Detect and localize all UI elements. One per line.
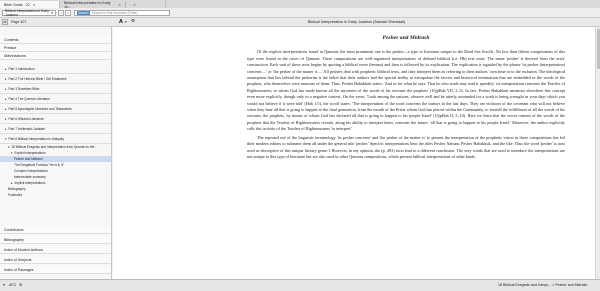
toc-tree-item[interactable]: ▸ Part 2 The Hebrew Bible / Old Testament: [0, 74, 111, 84]
expand-right-icon[interactable]: ▸: [5, 117, 7, 121]
toc-tree-item[interactable]: ▸ Part 1 Introduction: [0, 64, 111, 74]
document-header: A ▾ ⚙ Biblical Interpretation in Early J…: [113, 18, 600, 27]
toc-tree-item[interactable]: ▸ Part 6 Wisdom Literature: [0, 114, 111, 124]
page-indicator-bar: ▤ Page 407: [0, 18, 113, 27]
expand-right-icon[interactable]: ▸: [5, 87, 7, 91]
tab-empty[interactable]: ✕: [126, 1, 166, 8]
toc-contributors[interactable]: Contributors: [0, 226, 111, 234]
arrow-left-icon: ‹: [60, 11, 62, 15]
toc-tree-label: Part 3 Rewritten Bible: [8, 86, 40, 91]
search-input[interactable]: Search Search in this resource (Enter): [74, 10, 170, 16]
table-of-contents: Contents Preface Abbreviations ▸ Part 1 I…: [0, 27, 112, 279]
chevron-down-icon[interactable]: ▾: [3, 283, 5, 287]
toc-preface[interactable]: Preface: [0, 44, 111, 52]
resource-name: Biblical Interpretation in Early Judaism: [5, 9, 49, 17]
resource-selector[interactable]: Biblical Interpretation in Early Judaism…: [2, 9, 56, 17]
tab-count: 22: [25, 2, 30, 7]
status-bar: ▾ AFC ⚙ 18 Biblical Exegesis and Interpr…: [0, 279, 600, 291]
toc-tree-item[interactable]: Footnotes: [0, 192, 111, 198]
page-label: Page 407: [11, 20, 27, 24]
toc-tree-label: Complex interpretations: [14, 169, 48, 173]
expand-right-icon[interactable]: ▸: [5, 127, 7, 131]
document-title: Biblical Interpretation in Early Judaism…: [307, 20, 406, 24]
toc-tree-label: Part 4 The Qumran Literature: [8, 96, 51, 101]
expand-right-icon[interactable]: ▸: [5, 97, 7, 101]
tab-biblical-interpretation[interactable]: Biblical Interpretation in Early Ju... ✕: [60, 1, 126, 9]
toc-tree-label: Explicit interpretations: [14, 151, 46, 155]
book-icon: ▤: [3, 20, 7, 24]
close-icon[interactable]: ✕: [118, 3, 121, 7]
article-paragraph: The repeated use of the linguistic termi…: [247, 134, 565, 159]
tab-label: Bible Guide: [4, 2, 23, 7]
toc-index-modern-authors[interactable]: Index of Modern Authors: [0, 246, 111, 254]
toc-index-subjects[interactable]: Index of Subjects: [0, 256, 111, 264]
toc-tree-label: The Exegetical Formula "He is it, it": [14, 163, 64, 167]
toc-tree-label: Part 5 Apocalyptic Literature and Testam…: [8, 106, 72, 111]
toc-tree-item[interactable]: ▸ Part 7 Hellenistic Judaism: [0, 124, 111, 134]
close-icon[interactable]: ✕: [133, 3, 136, 7]
toc-tree-item[interactable]: ▸ Part 3 Rewritten Bible: [0, 84, 111, 94]
tab-bar: Bible Guide 22 ✕ Biblical Interpretation…: [0, 0, 600, 9]
article-paragraph: Of the explicit interpretations found in…: [247, 49, 565, 132]
toc-tree-label: Part 7 Hellenistic Judaism: [8, 126, 46, 131]
toc-bibliography[interactable]: Bibliography: [0, 236, 111, 244]
toc-tree-item[interactable]: ▾ Part 8 Biblical Interpretation in Antiq…: [0, 134, 111, 144]
toc-contents[interactable]: Contents: [0, 36, 111, 44]
status-left-label: AFC: [9, 283, 17, 287]
arrow-right-icon: ›: [67, 11, 69, 15]
toc-abbreviations[interactable]: Abbreviations: [0, 52, 111, 60]
toc-tree-item[interactable]: ▸ Part 5 Apocalyptic Literature and Testa…: [0, 104, 111, 114]
toc-tree-label: Pesher and Midrash: [14, 157, 43, 161]
close-icon[interactable]: ✕: [33, 3, 36, 7]
page-nav-button[interactable]: ▤: [2, 19, 8, 25]
article: Pesher and Midrash Of the explicit inter…: [247, 35, 565, 160]
expand-right-icon[interactable]: ▸: [5, 67, 7, 71]
chevron-down-icon: ▾: [51, 11, 53, 15]
gear-icon[interactable]: ⚙: [19, 283, 22, 287]
expand-down-icon[interactable]: ▾: [8, 145, 10, 149]
expand-right-icon[interactable]: ▸: [11, 181, 13, 185]
status-breadcrumb[interactable]: 18 Biblical Exegesis and Interpr... > Pe…: [498, 283, 598, 287]
resource-toolbar: Biblical Interpretation in Early Judaism…: [0, 8, 600, 18]
toc-tree-label: 28 Biblical Exegesis and Interpretation …: [11, 145, 97, 149]
toc-tree-label: Footnotes: [8, 193, 23, 197]
expand-right-icon[interactable]: ▸: [5, 77, 7, 81]
tab-bible-guide[interactable]: Bible Guide 22 ✕: [0, 1, 60, 8]
document-pane[interactable]: Pesher and Midrash Of the explicit inter…: [113, 27, 600, 279]
document-scrollbar[interactable]: [595, 27, 600, 279]
toc-tree-label: Part 6 Wisdom Literature: [8, 116, 44, 121]
search-scope-badge: Search: [77, 11, 90, 15]
toc-tree-label: Implicit interpretations: [14, 181, 46, 185]
search-hint: Search in this resource (Enter): [91, 11, 138, 15]
toc-tree-label: Bibliography: [8, 187, 26, 191]
toc-tree-label: Part 8 Biblical Interpretation in Antiqu…: [8, 136, 64, 141]
expand-right-icon[interactable]: ▸: [5, 107, 7, 111]
back-button[interactable]: ‹: [58, 10, 64, 16]
expand-down-icon[interactable]: ▾: [5, 137, 7, 141]
toc-tree-label: Part 2 The Hebrew Bible / Old Testament: [8, 76, 67, 81]
toc-tree-label: Part 1 Introduction: [8, 66, 35, 71]
toc-tree-label: Intermediate summary: [14, 175, 46, 179]
toc-tree-item[interactable]: ▸ Part 4 The Qumran Literature: [0, 94, 111, 104]
forward-button[interactable]: ›: [65, 10, 71, 16]
expand-down-icon[interactable]: ▾: [11, 151, 13, 155]
toc-index-passages[interactable]: Index of Passages: [0, 266, 111, 274]
article-heading: Pesher and Midrash: [382, 35, 430, 41]
